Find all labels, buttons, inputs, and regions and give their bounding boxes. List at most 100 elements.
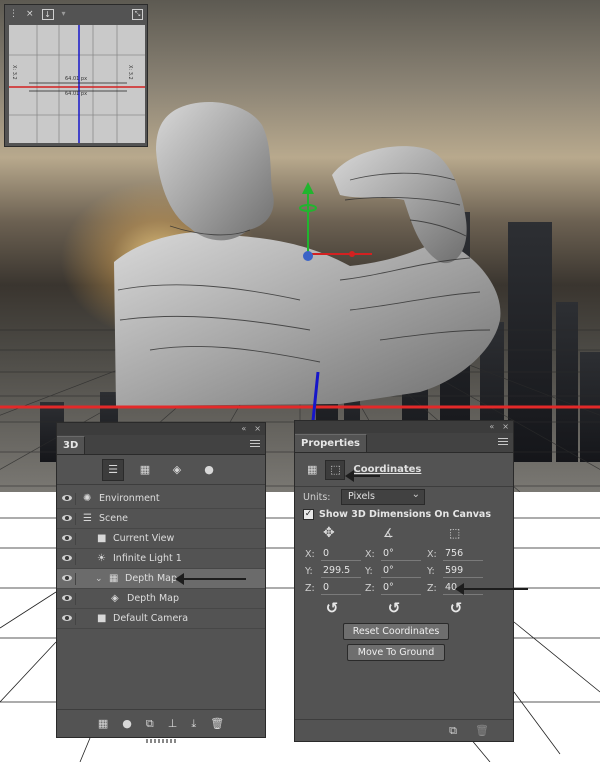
mesh-filter-icon: ▦: [139, 462, 151, 476]
panel-3d: « × 3D ☰ ▦ ◈ ● ✺ Environment ☰ Scene ■ Curren…: [56, 422, 266, 743]
render-icon[interactable]: ⧉: [449, 723, 457, 739]
axis-label: Y:: [305, 565, 313, 577]
layer-label: Infinite Light 1: [113, 553, 182, 564]
navigator-x-tag-left: X: 3.2: [11, 65, 17, 80]
trash-icon[interactable]: 🗑: [210, 716, 224, 732]
scene-icon: ☰: [83, 513, 92, 524]
panel-menu-icon[interactable]: [250, 440, 260, 448]
new-light-icon[interactable]: ●: [122, 716, 132, 732]
navigator-toolbar: ⋮ × ↓ ▾ ⤡: [5, 5, 147, 23]
axis-label: X:: [427, 548, 437, 560]
visibility-eye-icon[interactable]: [60, 493, 76, 505]
mesh-mode-icon[interactable]: ▦: [307, 462, 317, 478]
rotation-y-field[interactable]: 0°: [381, 564, 421, 578]
scale-y-field[interactable]: 599: [443, 564, 483, 578]
navigator-grid: [9, 25, 145, 143]
layer-row[interactable]: ☰ Scene: [57, 509, 265, 529]
axis-label: Z:: [365, 582, 375, 594]
filter-scene-button[interactable]: ☰: [102, 458, 124, 481]
rotation-x-field[interactable]: 0°: [381, 547, 421, 561]
close-icon[interactable]: ×: [502, 422, 509, 432]
properties-header: ▦ ⬚ Coordinates: [295, 453, 513, 487]
chevron-down-icon[interactable]: ▾: [62, 6, 66, 22]
expander-chevron-icon[interactable]: ⌄: [95, 571, 103, 587]
close-icon[interactable]: ×: [26, 6, 34, 22]
reset-scale-icon[interactable]: ↺: [447, 599, 465, 617]
axis-label: X:: [305, 548, 315, 560]
close-icon[interactable]: ×: [254, 424, 261, 434]
reset-rotation-icon[interactable]: ↺: [385, 599, 403, 617]
environment-icon: ✺: [83, 493, 92, 504]
collapse-icon[interactable]: «: [241, 424, 246, 434]
position-y-field[interactable]: 299.5: [321, 564, 361, 578]
position-z-row: Z: 0: [305, 581, 361, 595]
filter-material-button[interactable]: ◈: [166, 459, 188, 481]
position-y-row: Y: 299.5: [305, 564, 361, 578]
layer-label: Environment: [99, 493, 160, 504]
collapse-icon[interactable]: «: [489, 422, 494, 432]
reset-coordinates-button[interactable]: Reset Coordinates: [343, 623, 449, 640]
coordinates-mode-icon[interactable]: ⬚: [325, 459, 346, 480]
panel-3d-tabbar: 3D: [57, 435, 265, 455]
visibility-eye-icon[interactable]: [60, 593, 76, 605]
visibility-eye-icon[interactable]: [60, 513, 76, 525]
grip-icon[interactable]: ⋮: [9, 6, 18, 22]
filter-light-button[interactable]: ●: [198, 459, 220, 481]
resize-grip[interactable]: [146, 739, 176, 743]
panel-menu-icon[interactable]: [498, 438, 508, 446]
navigator-preview[interactable]: X: 3.2 X: 3.2 64.01 px 64.01 px: [9, 25, 145, 143]
layer-row[interactable]: ☀ Infinite Light 1: [57, 549, 265, 569]
visibility-eye-icon[interactable]: [60, 613, 76, 625]
layer-label: Default Camera: [113, 613, 189, 624]
move-icon: ✥: [323, 525, 335, 541]
layer-row[interactable]: ✺ Environment: [57, 489, 265, 509]
visibility-eye-icon[interactable]: [60, 573, 76, 585]
axis-label: Y:: [427, 565, 435, 577]
units-label: Units:: [303, 491, 331, 503]
navigator-x-tag-right: X: 3.2: [127, 65, 133, 80]
annotation-arrow-scale-z: [455, 583, 528, 595]
position-x-row: X: 0: [305, 547, 361, 561]
infinite-light-icon: ☀: [97, 553, 106, 564]
tab-3d[interactable]: 3D: [57, 436, 86, 454]
show-dimensions-checkbox[interactable]: ✓: [303, 509, 314, 520]
coordinates-title: Coordinates: [353, 464, 422, 475]
axis-label: X:: [365, 548, 375, 560]
scene-layer-list: ✺ Environment ☰ Scene ■ Current View ☀ Infinite…: [57, 489, 265, 629]
trash-icon[interactable]: 🗑: [475, 723, 489, 739]
scale-x-row: X: 756: [427, 547, 483, 561]
download-icon[interactable]: ↓: [41, 8, 54, 20]
rotation-z-row: Z: 0°: [365, 581, 421, 595]
render-icon[interactable]: ⧉: [146, 716, 154, 732]
camera-icon: ■: [97, 533, 107, 544]
layer-row[interactable]: ■ Default Camera: [57, 609, 265, 629]
expand-view-icon[interactable]: ⤡: [132, 8, 143, 20]
tab-properties[interactable]: Properties: [295, 434, 367, 452]
reset-position-icon[interactable]: ↺: [323, 599, 341, 617]
new-mesh-icon[interactable]: ▦: [98, 716, 108, 732]
units-row: Units: Pixels: [303, 488, 425, 505]
layer-label: Depth Map: [127, 593, 180, 604]
scale-x-field[interactable]: 756: [443, 547, 483, 561]
position-x-field[interactable]: 0: [321, 547, 361, 561]
properties-tabbar: Properties: [295, 433, 513, 453]
layer-row[interactable]: ■ Current View: [57, 529, 265, 549]
annotation-arrow-depth-map: [175, 573, 246, 585]
camera-icon: ■: [97, 613, 107, 624]
layer-row[interactable]: ◈ Depth Map: [57, 589, 265, 609]
visibility-eye-icon[interactable]: [60, 553, 76, 565]
filter-mesh-button[interactable]: ▦: [134, 459, 156, 481]
scale-icon: ⬚: [449, 526, 461, 540]
axis-label: Y:: [365, 565, 373, 577]
drop-to-ground-icon[interactable]: ⤓: [191, 716, 196, 732]
scene-filter-icon: ☰: [108, 462, 118, 476]
units-select[interactable]: Pixels: [341, 488, 425, 505]
ground-icon[interactable]: ⊥: [168, 716, 178, 732]
rotation-z-field[interactable]: 0°: [381, 581, 421, 595]
visibility-eye-icon[interactable]: [60, 533, 76, 545]
axis-label: Z:: [305, 582, 315, 594]
material-icon: ◈: [111, 593, 119, 604]
navigator-measure-top: 64.01 px: [65, 76, 88, 82]
position-z-field[interactable]: 0: [321, 581, 361, 595]
move-to-ground-button[interactable]: Move To Ground: [347, 644, 445, 661]
